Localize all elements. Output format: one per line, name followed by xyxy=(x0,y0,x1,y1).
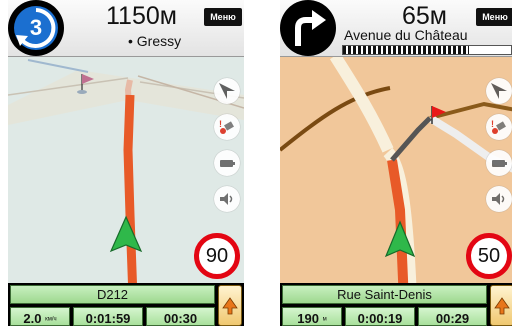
roundabout-exit-number: 3 xyxy=(29,15,43,40)
next-street-name: Avenue du Château xyxy=(344,27,468,43)
current-street[interactable]: Rue Saint-Denis xyxy=(282,285,487,304)
distance-progress-bar xyxy=(342,45,512,55)
speed-limit-sign: 50 xyxy=(466,233,512,279)
navigation-menu-button[interactable] xyxy=(218,285,242,326)
menu-button[interactable]: Меню xyxy=(476,8,512,26)
speaker-icon xyxy=(220,193,233,205)
satellite-gps-icon: ! xyxy=(219,119,234,134)
navigation-screen-right: 65м Avenue du Château Меню ! 50 Rue Sain… xyxy=(280,0,512,326)
compass-icon xyxy=(219,83,235,99)
side-controls: ! xyxy=(214,78,240,222)
navigation-arrow-icon xyxy=(222,296,238,314)
distance-field[interactable]: 190 м xyxy=(282,307,342,326)
battery-icon xyxy=(220,160,235,167)
info-panel: D212 2.0 км/ч 0:01:59 00:30 xyxy=(8,283,244,326)
battery-button[interactable] xyxy=(214,150,240,176)
sound-button[interactable] xyxy=(486,186,512,212)
menu-button[interactable]: Меню xyxy=(204,8,242,26)
arrival-time-field[interactable]: 00:29 xyxy=(418,307,487,326)
turn-right-icon xyxy=(280,0,336,56)
navigation-screen-left: 3 1150м • Gressy Меню ! 90 D212 2.0 км/ч… xyxy=(8,0,244,326)
satellite-gps-icon: ! xyxy=(491,119,506,134)
svg-text:!: ! xyxy=(491,119,494,129)
next-street-name: • Gressy xyxy=(128,33,182,49)
current-street[interactable]: D212 xyxy=(10,285,215,304)
info-panel: Rue Saint-Denis 190 м 0:00:19 00:29 xyxy=(280,283,512,326)
compass-button[interactable] xyxy=(486,78,512,104)
speed-field[interactable]: 2.0 км/ч xyxy=(10,307,70,326)
side-controls: ! xyxy=(486,78,512,222)
time-remaining-field[interactable]: 0:00:19 xyxy=(345,307,415,326)
battery-button[interactable] xyxy=(486,150,512,176)
gps-status-button[interactable]: ! xyxy=(486,114,512,140)
time-remaining-field[interactable]: 0:01:59 xyxy=(73,307,143,326)
navigation-menu-button[interactable] xyxy=(490,285,512,326)
progress-fill xyxy=(343,46,469,54)
arrival-time-field[interactable]: 00:30 xyxy=(146,307,215,326)
speed-limit-sign: 90 xyxy=(194,233,240,279)
maneuver-distance: 1150м xyxy=(106,2,177,30)
battery-icon xyxy=(492,160,507,167)
compass-button[interactable] xyxy=(214,78,240,104)
gps-status-button[interactable]: ! xyxy=(214,114,240,140)
sound-button[interactable] xyxy=(214,186,240,212)
compass-icon xyxy=(491,83,507,99)
maneuver-bar: 65м Avenue du Château Меню xyxy=(280,0,512,57)
svg-text:!: ! xyxy=(219,119,222,129)
maneuver-bar: 3 1150м • Gressy Меню xyxy=(8,0,244,57)
speaker-icon xyxy=(492,193,505,205)
navigation-arrow-icon xyxy=(494,296,510,314)
